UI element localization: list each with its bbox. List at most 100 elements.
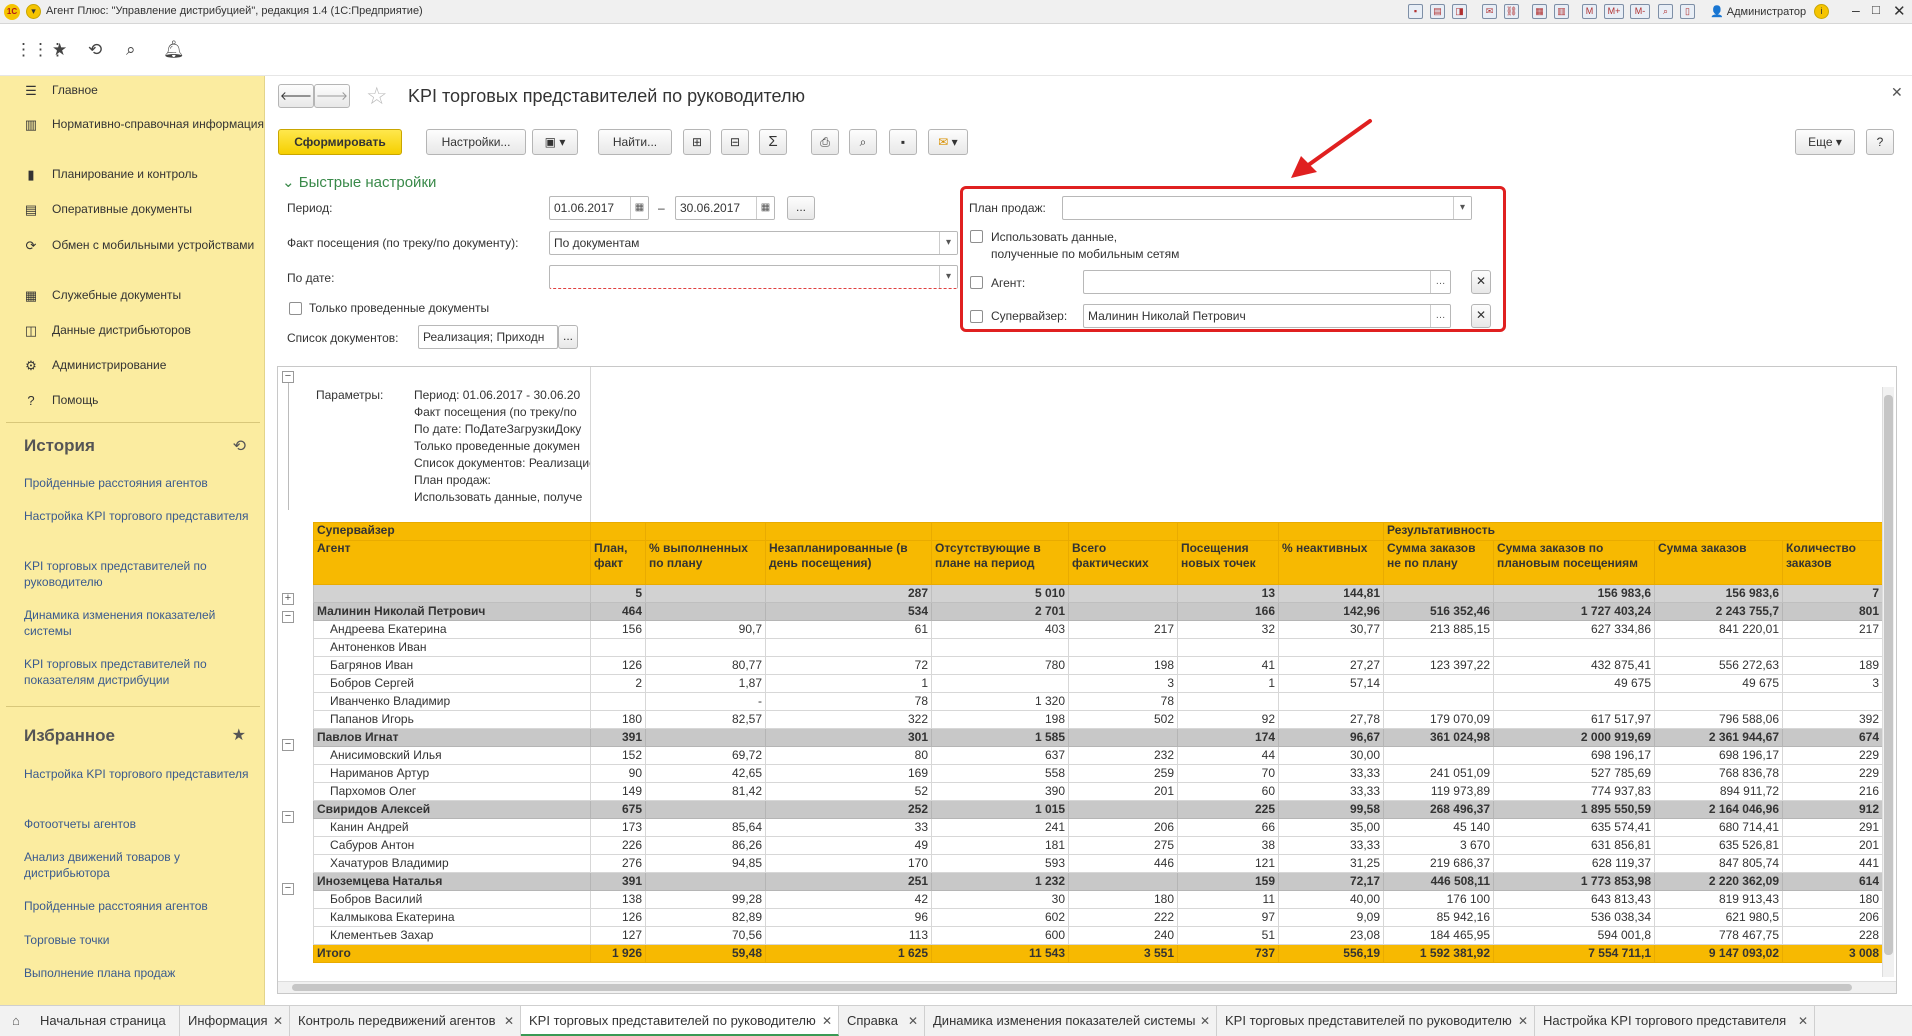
agent-input[interactable]: … bbox=[1083, 270, 1451, 294]
nav-planning[interactable]: ▮ Планирование и контроль bbox=[0, 166, 265, 182]
settings-button[interactable]: Настройки... bbox=[426, 129, 526, 155]
favorite-item[interactable]: Фотоотчеты агентов bbox=[24, 816, 249, 832]
table-row[interactable]: Пархомов Олег 149 81,42 52 390 201 60 33,33 119 … bbox=[313, 782, 1883, 801]
calendar-icon[interactable]: ▦ bbox=[630, 197, 648, 219]
table-row[interactable]: Папанов Игорь 180 82,57 322 198 502 92 27,78 179… bbox=[313, 710, 1883, 729]
supervisor-row[interactable]: Павлов Игнат 391 301 1 585 174 96,67 361 024,9… bbox=[313, 728, 1883, 747]
agent-checkbox[interactable] bbox=[970, 276, 983, 289]
table-row[interactable]: Сабуров Антон 226 86,26 49 181 275 38 33,33 3 67… bbox=[313, 836, 1883, 855]
doclist-select-button[interactable]: ... bbox=[558, 325, 578, 349]
find-button[interactable]: Найти... bbox=[598, 129, 672, 155]
collapse-group-icon[interactable]: − bbox=[282, 611, 294, 623]
table-row[interactable]: Бобров Василий 138 99,28 42 30 180 11 40,00 176 … bbox=[313, 890, 1883, 909]
memory-m-icon[interactable]: M bbox=[1582, 4, 1597, 19]
dropdown-icon[interactable]: ▾ bbox=[1453, 197, 1471, 219]
minimize-button[interactable]: – bbox=[1852, 2, 1860, 18]
close-tab-icon[interactable]: ✕ bbox=[908, 1006, 918, 1036]
history-icon[interactable]: ⟲ bbox=[88, 41, 102, 59]
supervisor-select-button[interactable]: … bbox=[1430, 305, 1450, 327]
calculator-icon[interactable]: ▥ bbox=[1554, 4, 1569, 19]
more-button[interactable]: Еще ▾ bbox=[1795, 129, 1855, 155]
bell-icon[interactable]: 🔔︎ bbox=[163, 41, 185, 59]
bydate-select[interactable]: ▾ bbox=[549, 265, 958, 289]
send-mail-button[interactable]: ✉ ▾ bbox=[928, 129, 968, 155]
back-button[interactable]: 🡐 bbox=[278, 84, 314, 108]
quick-settings-toggle[interactable]: ⌄ Быстрые настройки bbox=[282, 173, 436, 191]
supervisor-checkbox[interactable] bbox=[970, 310, 983, 323]
table-row[interactable]: Андреева Екатерина 156 90,7 61 403 217 32 30,77… bbox=[313, 620, 1883, 639]
maximize-button[interactable]: □ bbox=[1872, 2, 1880, 17]
supervisor-row[interactable]: Свиридов Алексей 675 252 1 015 225 99,58 268 4… bbox=[313, 800, 1883, 819]
supervisor-row[interactable]: Иноземцева Наталья 391 251 1 232 159 72,17 446… bbox=[313, 872, 1883, 891]
tab-dynamics[interactable]: Динамика изменения показателей системы ✕ bbox=[925, 1006, 1217, 1036]
scrollbar-thumb[interactable] bbox=[1884, 395, 1893, 955]
tab-home[interactable]: Начальная страница bbox=[32, 1006, 180, 1036]
history-icon[interactable]: ⟲ bbox=[233, 436, 246, 456]
collapse-group-icon[interactable]: − bbox=[282, 883, 294, 895]
save-icon[interactable]: ▪ bbox=[1408, 4, 1423, 19]
history-item[interactable]: Настройка KPI торгового представителя bbox=[24, 508, 249, 524]
zoom-icon[interactable]: ⌕ bbox=[1658, 4, 1673, 19]
posted-only-checkbox[interactable] bbox=[289, 302, 302, 315]
group-total-row[interactable]: 5 287 5 010 13 144,81 156 983,6 156 983,6 7 bbox=[313, 584, 1883, 603]
history-item[interactable]: KPI торговых представителей по руководит… bbox=[24, 558, 249, 590]
home-icon[interactable]: ⌂ bbox=[12, 1013, 20, 1028]
nav-admin[interactable]: ⚙ Администрирование bbox=[0, 357, 265, 373]
table-row[interactable]: Антоненков Иван bbox=[313, 638, 1883, 657]
nav-service-docs[interactable]: ▦ Служебные документы bbox=[0, 287, 265, 303]
nav-exchange[interactable]: ⟳ Обмен с мобильными устройствами bbox=[0, 237, 265, 253]
favorites-star-icon[interactable]: ★ bbox=[52, 41, 67, 59]
print-icon[interactable]: ▤ bbox=[1430, 4, 1445, 19]
collapse-groups-icon[interactable]: ⊟ bbox=[721, 129, 749, 155]
period-select-button[interactable]: ... bbox=[787, 196, 815, 220]
close-window-button[interactable]: ✕ bbox=[1893, 2, 1906, 20]
table-row[interactable]: Хачатуров Владимир 276 94,85 170 593 446 121 31… bbox=[313, 854, 1883, 873]
nav-main[interactable]: ☰ Главное bbox=[0, 82, 265, 98]
table-row[interactable]: Калмыкова Екатерина 126 82,89 96 602 222 97 9,0… bbox=[313, 908, 1883, 927]
close-tab-icon[interactable]: ✕ bbox=[1200, 1006, 1210, 1036]
doclist-input[interactable]: Реализация; Приходн bbox=[418, 325, 558, 349]
info-icon[interactable]: i bbox=[1814, 4, 1829, 19]
save-icon[interactable]: ▪ bbox=[889, 129, 917, 155]
report-scrollbar[interactable] bbox=[1882, 387, 1894, 977]
collapse-group-icon[interactable]: − bbox=[282, 739, 294, 751]
table-row[interactable]: Канин Андрей 173 85,64 33 241 206 66 35,00 45 14… bbox=[313, 818, 1883, 837]
report-area[interactable]: − Параметры: Период: 01.06.2017 - 30.06.… bbox=[277, 366, 1897, 994]
favorite-item[interactable]: Торговые точки bbox=[24, 932, 249, 948]
table-row[interactable]: Нариманов Артур 90 42,65 169 558 259 70 33,33 24… bbox=[313, 764, 1883, 783]
agent-select-button[interactable]: … bbox=[1430, 271, 1450, 293]
table-row[interactable]: Анисимовский Илья 152 69,72 80 637 232 44 30,00… bbox=[313, 746, 1883, 765]
print-icon[interactable]: ⎙ bbox=[811, 129, 839, 155]
fact-select[interactable]: По документам ▾ bbox=[549, 231, 958, 255]
tab-kpi-report-active[interactable]: KPI торговых представителей по руководит… bbox=[521, 1006, 839, 1036]
period-to-input[interactable]: 30.06.2017 ▦ bbox=[675, 196, 775, 220]
close-tab-icon[interactable]: ✕ bbox=[1798, 1006, 1808, 1036]
dropdown-icon[interactable]: ▾ bbox=[939, 266, 957, 288]
nav-help[interactable]: ? Помощь bbox=[0, 392, 265, 408]
table-row[interactable]: Багрянов Иван 126 80,77 72 780 198 41 27,27 123 … bbox=[313, 656, 1883, 675]
total-row[interactable]: Итого 1 926 59,48 1 625 11 543 3 551 737 556,19… bbox=[313, 944, 1883, 963]
forward-button[interactable]: 🡒 bbox=[314, 84, 350, 108]
supervisor-input[interactable]: Малинин Николай Петрович… bbox=[1083, 304, 1451, 328]
mail-icon[interactable]: ✉ bbox=[1482, 4, 1497, 19]
generate-button[interactable]: Сформировать bbox=[278, 129, 402, 155]
tab-agent-tracking[interactable]: Контроль передвижений агентов ✕ bbox=[290, 1006, 521, 1036]
close-tab-icon[interactable]: ✕ bbox=[822, 1006, 832, 1036]
app-menu-icon[interactable]: ▾ bbox=[26, 4, 41, 19]
variants-button[interactable]: ▣ ▾ bbox=[532, 129, 578, 155]
hscroll-thumb[interactable] bbox=[292, 984, 1852, 991]
expand-groups-icon[interactable]: ⊞ bbox=[683, 129, 711, 155]
favorite-item[interactable]: Выполнение плана продаж bbox=[24, 965, 249, 981]
table-row[interactable]: Клементьев Захар 127 70,56 113 600 240 51 23,08… bbox=[313, 926, 1883, 945]
user-menu[interactable]: 👤 Администратор bbox=[1710, 5, 1806, 18]
supervisor-row[interactable]: Малинин Николай Петрович 464 534 2 701 166 14… bbox=[313, 602, 1883, 621]
preview-icon[interactable]: ◨ bbox=[1452, 4, 1467, 19]
search-icon[interactable]: ⌕ bbox=[126, 41, 136, 59]
history-item[interactable]: KPI торговых представителей по показател… bbox=[24, 656, 249, 688]
history-item[interactable]: Динамика изменения показателей системы bbox=[24, 607, 249, 639]
memory-mplus-icon[interactable]: M+ bbox=[1604, 4, 1624, 19]
nav-distributors[interactable]: ◫ Данные дистрибьюторов bbox=[0, 322, 265, 338]
collapse-params-icon[interactable]: − bbox=[282, 371, 294, 383]
tab-help[interactable]: Справка ✕ bbox=[839, 1006, 925, 1036]
horizontal-scrollbar[interactable] bbox=[278, 981, 1896, 993]
